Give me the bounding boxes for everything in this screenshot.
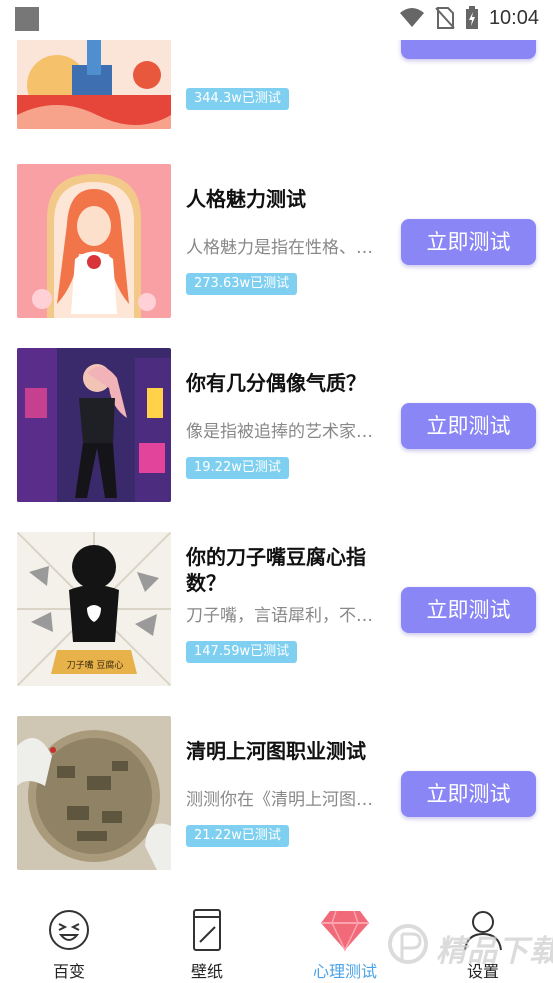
start-test-button[interactable]: 立即测试 <box>401 771 536 817</box>
status-bar: 10:04 <box>0 0 553 40</box>
test-card[interactable]: 刀子嘴 豆腐心 你的刀子嘴豆腐心指数？ 刀子嘴，言语犀利，不… 147.59w已… <box>0 532 553 716</box>
test-title: 你的刀子嘴豆腐心指数？ <box>186 545 366 595</box>
tested-count-badge: 21.22w已测试 <box>186 825 289 847</box>
test-description: 测测你在《清明上河图… <box>186 790 373 810</box>
test-list[interactable]: 344.3w已测试 人格魅力测试 人格魅力是指在性格、… 273.63w已测试 … <box>0 40 553 892</box>
no-sim-icon <box>435 7 455 29</box>
tested-count-badge: 19.22w已测试 <box>186 457 289 479</box>
watermark-logo: 精品下载 <box>388 908 553 978</box>
test-title: 清明上河图职业测试 <box>186 739 366 763</box>
test-thumbnail: 刀子嘴 豆腐心 <box>17 532 171 686</box>
tab-label: 壁纸 <box>190 962 223 981</box>
phone-wallpaper-icon <box>193 909 221 951</box>
test-title: 人格魅力测试 <box>186 187 306 211</box>
diamond-icon <box>321 910 369 952</box>
test-thumbnail <box>17 164 171 318</box>
watermark-text: 精品下载 <box>436 934 553 969</box>
battery-charging-icon <box>465 6 478 29</box>
tab-label: 心理测试 <box>312 962 377 981</box>
test-thumbnail <box>17 348 171 502</box>
test-card[interactable]: 清明上河图职业测试 测测你在《清明上河图… 21.22w已测试 立即测试 <box>0 716 553 892</box>
tab-wallpaper[interactable]: 壁纸 <box>157 908 257 982</box>
tab-psych-test[interactable]: 心理测试 <box>295 908 395 982</box>
tested-count-badge: 147.59w已测试 <box>186 641 298 663</box>
test-description: 刀子嘴，言语犀利，不… <box>186 606 373 626</box>
tab-label: 百变 <box>52 962 85 981</box>
start-test-button[interactable] <box>401 40 536 59</box>
thumbnail-caption: 刀子嘴 豆腐心 <box>66 661 124 671</box>
test-title: 你有几分偶像气质？ <box>186 371 366 395</box>
wifi-icon <box>399 8 424 27</box>
tested-count-badge: 344.3w已测试 <box>186 88 289 110</box>
start-test-button[interactable]: 立即测试 <box>401 403 536 449</box>
test-card[interactable]: 344.3w已测试 <box>0 40 553 159</box>
test-card[interactable]: 人格魅力测试 人格魅力是指在性格、… 273.63w已测试 立即测试 <box>0 164 553 348</box>
start-test-button[interactable]: 立即测试 <box>401 219 536 265</box>
tested-count-badge: 273.63w已测试 <box>186 273 298 295</box>
test-description: 像是指被追捧的艺术家… <box>186 422 373 442</box>
smiley-face-icon <box>49 910 89 950</box>
notification-icon <box>15 7 39 31</box>
start-test-button[interactable]: 立即测试 <box>401 587 536 633</box>
status-time: 10:04 <box>488 6 539 29</box>
test-thumbnail <box>17 40 171 129</box>
test-thumbnail <box>17 716 171 870</box>
tab-baibian[interactable]: 百变 <box>19 908 119 982</box>
test-card[interactable]: 你有几分偶像气质？ 像是指被追捧的艺术家… 19.22w已测试 立即测试 <box>0 348 553 532</box>
test-description: 人格魅力是指在性格、… <box>186 238 373 258</box>
